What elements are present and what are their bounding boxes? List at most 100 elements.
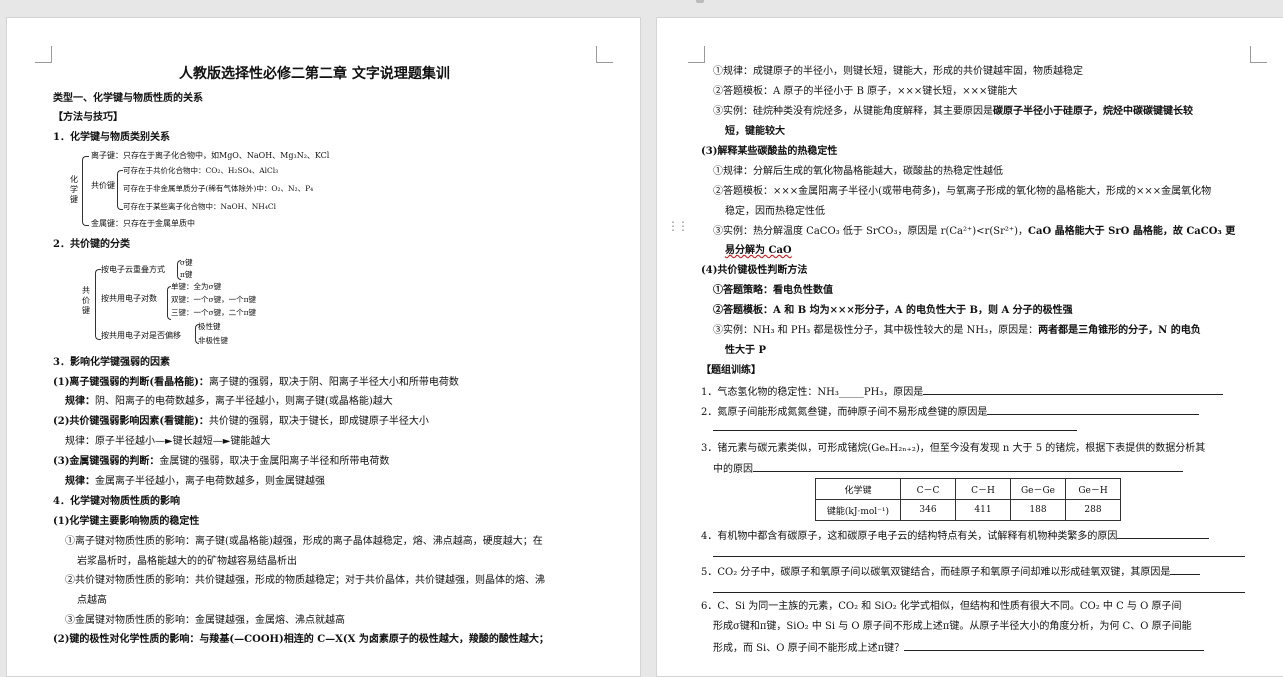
rule-line: 规律：原子半径越小—►键长越短—►键能越大 [65, 436, 271, 447]
diagram-double: 双键：一个σ键，一个π键 [171, 295, 257, 304]
brace [82, 156, 89, 226]
paragraph-heading: (2)共价键强弱影响因素(看键能)： [53, 416, 209, 427]
paragraph-text: ①答题策略：看电负性数值 [713, 285, 833, 296]
margin-mark-top-right [1250, 46, 1267, 63]
paragraph-text: ③实例：NH₃ 和 PH₃ 都是极性分子，其中极性较大的是 NH₃，原因是： [713, 325, 1039, 336]
answer-text: 两者都是三角锥形的分子，N 的电负 [1038, 325, 1201, 336]
paragraph-text: 稳定，因而热稳定性低 [725, 206, 825, 217]
rule-line: 规律：阴、阳离子的电荷数越多，离子半径越小，则离子键(或晶格能)越大 [65, 395, 393, 408]
table-cell: 346 [900, 499, 956, 521]
paragraph-text: ①规律：分解后生成的氧化物晶格能越大，碳酸盐的热稳定性越低 [713, 166, 1003, 177]
diagram-covalent-1: 可存在于共价化合物中：CO₂、H₂SO₄、AlCl₃ [123, 166, 279, 175]
table-header-row: 化学键 C－C C－H Ge－Ge Ge－H [815, 478, 1121, 500]
answer-blank[interactable] [904, 640, 1205, 651]
diagram-root-label: 化学键 [70, 175, 78, 204]
document-page-1: 人教版选择性必修二第二章 文字说理题集训 类型一、化学键与物质性质的关系 【方法… [6, 17, 641, 677]
table-header: C－C [900, 478, 956, 500]
subheading: (4)共价键极性判断方法 [701, 265, 808, 276]
answer-blank[interactable] [1170, 564, 1201, 575]
exercise-5: 5．CO₂ 分子中，碳原子和氧原子间以碳氧双键结合，而硅原子和氧原子间却难以形成… [701, 564, 1201, 579]
methods-heading: 【方法与技巧】 [53, 112, 123, 123]
paragraph-text: 岩浆晶析时，晶格能越大的的矿物越容易结晶析出 [77, 556, 297, 567]
answer-blank[interactable] [753, 461, 1183, 472]
paragraph-text: ②答题模板：A 和 B 均为×××形分子，A 的电负性大于 B，则 A 分子的极… [713, 305, 1073, 316]
diagram-shift: 按共用电子对是否偏移 [101, 331, 181, 340]
table-header: Ge－Ge [1010, 478, 1066, 500]
paragraph-heading: (1)离子键强弱的判断(看晶格能)： [53, 377, 209, 388]
paragraph-heading: (3)金属键强弱的判断： [53, 456, 160, 467]
table-cell: 188 [1010, 499, 1066, 521]
table-header: 化学键 [815, 478, 901, 500]
answer-blank[interactable] [987, 404, 1200, 415]
paragraph: ③实例：NH₃ 和 PH₃ 都是极性分子，其中极性较大的是 NH₃，原因是：两者… [713, 324, 1201, 337]
exercise-text: 中的原因 [713, 464, 753, 475]
diagram-sigma: σ键 [180, 258, 193, 267]
answer-blank[interactable] [713, 430, 1077, 431]
answer-text: 易分解为 CaO [725, 244, 792, 257]
paragraph: ③实例：热分解温度 CaCO₃ 低于 SrCO₃，原因是 r(Ca²⁺)<r(S… [713, 225, 1235, 238]
rule-label: 规律： [65, 396, 95, 407]
section-heading: 类型一、化学键与物质性质的关系 [53, 93, 203, 104]
diagram-overlap: 按电子云重叠方式 [101, 265, 165, 274]
paragraph: (3)金属键强弱的判断：金属键的强弱，取决于金属阳离子半径和所带电荷数 [53, 455, 389, 468]
diagram-triple: 三键：一个σ键，二个π键 [171, 308, 257, 317]
diagram-covalent-2: 可存在于非金属单质分子(稀有气体除外)中：O₂、N₂、P₄ [123, 184, 314, 193]
answer-blank[interactable] [713, 556, 1245, 557]
rule-text: 阴、阳离子的电荷数越多，离子半径越小，则离子键(或晶格能)越大 [95, 396, 393, 407]
paragraph-text: ①规律：成键原子的半径小，则键长短，键能大，形成的共价键越牢固，物质越稳定 [713, 66, 1083, 77]
table-cell: 288 [1065, 499, 1121, 521]
exercise-2: 2．氮原子间能形成氮氮叁键，而砷原子间不易形成叁键的原因是 [701, 404, 1200, 419]
exercise-text: 1．气态氢化物的稳定性：NH₃_____PH₃，原因是 [701, 387, 924, 398]
document-page-2: ①规律：成键原子的半径小，则键长短，键能大，形成的共价键越牢固，物质越稳定 ②答… [656, 17, 1283, 677]
exercise-3: 3．锗元素与碳元素类似，可形成锗烷(GeₙH₂ₙ₊₂)，但至今没有发现 n 大于… [701, 443, 1206, 454]
paragraph-text: ③实例：热分解温度 CaCO₃ 低于 SrCO₃，原因是 r(Ca²⁺)<r(S… [713, 226, 1029, 237]
answer-blank[interactable] [713, 592, 1245, 593]
exercise-6-cont: 形成σ键和π键，SiO₂ 中 Si 与 O 原子间不形成上述π键。从原子半径大小… [713, 621, 1192, 632]
diagram-metallic: 金属键：只存在于金属单质中 [91, 219, 195, 228]
answer-blank[interactable] [923, 384, 1224, 395]
diagram-ionic: 离子键：只存在于离子化合物中，如MgO、NaOH、Mg₃N₂、KCl [91, 151, 330, 160]
paragraph-text: 金属键的强弱，取决于金属阳离子半径和所带电荷数 [159, 456, 390, 467]
answer-text: 性大于 P [725, 345, 767, 356]
answer-text: CaO 晶格能大于 SrO 晶格能，故 CaCO₃ 更 [1028, 226, 1236, 237]
diagram-nonpolar: 非极性键 [198, 336, 228, 345]
rule-text: 金属离子半径越小，离子电荷数越多，则金属键越强 [95, 476, 325, 487]
diagram-covalent: 共价键 [91, 181, 115, 190]
exercise-text: 形成，而 Si、O 原子间不能形成上述π键？ [713, 643, 905, 654]
answer-text: 短，键能较大 [725, 126, 785, 137]
heading-4: 4．化学键对物质性质的影响 [53, 496, 180, 507]
diagram-single: 单键：全为σ键 [171, 282, 222, 291]
paragraph-text: 离子键的强弱，取决于阴、阳离子半径大小和所带电荷数 [208, 377, 459, 388]
document-title: 人教版选择性必修二第二章 文字说理题集训 [179, 66, 450, 82]
answer-blank[interactable] [1117, 528, 1210, 539]
diagram-polar: 极性键 [198, 322, 221, 331]
table-cell: 411 [955, 499, 1011, 521]
heading-3: 3．影响化学键强弱的因素 [53, 357, 170, 368]
paragraph-text: ③金属键对物质性质的影响：金属键越强，金属熔、沸点就越高 [65, 615, 345, 626]
answer-text: 碳原子半径小于硅原子，烷烃中碳碳键键长较 [993, 106, 1193, 117]
top-drag-mark [696, 0, 704, 3]
subheading: (3)解释某些碳酸盐的热稳定性 [701, 146, 838, 157]
paragraph-text: ②答题模板：×××金属阳离子半径小(或带电荷多)，与氧离子形成的氧化物的晶格能大… [713, 186, 1212, 197]
exercise-text: 2．氮原子间能形成氮氮叁键，而砷原子间不易形成叁键的原因是 [701, 407, 988, 418]
bond-energy-table: 化学键 C－C C－H Ge－Ge Ge－H 键能(kJ·mol⁻¹) 346 … [815, 478, 1121, 521]
paragraph: (1)离子键强弱的判断(看晶格能)：离子键的强弱，取决于阴、阳离子半径大小和所带… [53, 376, 459, 389]
rule-label: 规律： [65, 476, 95, 487]
rule-line: 规律：金属离子半径越小，离子电荷数越多，则金属键越强 [65, 475, 325, 488]
exercise-6: 6．C、Si 为同一主族的元素，CO₂ 和 SiO₂ 化学式相似，但结构和性质有… [701, 601, 1182, 612]
diagram-pairs: 按共用电子对数 [101, 294, 157, 303]
heading-1: 1．化学键与物质类别关系 [53, 132, 170, 143]
margin-mark-top-left [35, 46, 52, 63]
diagram-root-label: 共价键 [82, 286, 90, 315]
exercise-3-cont: 中的原因 [713, 461, 1183, 476]
table-row-label: 键能(kJ·mol⁻¹) [815, 499, 901, 521]
spellcheck-underlined-text[interactable]: 易分解为 CaO [725, 245, 792, 256]
paragraph-text: ②答题模板：A 原子的半径小于 B 原子，×××键长短，×××键能大 [713, 86, 1018, 97]
diagram-pi: π键 [180, 270, 193, 279]
paragraph-text: (2)键的极性对化学性质的影响：与羧基(—COOH)相连的 C—X(X 为卤素原… [53, 634, 549, 645]
paragraph-text: ①离子键对物质性质的影响：离子键(或晶格能)越强，形成的离子晶体越稳定，熔、沸点… [65, 536, 543, 547]
table-row: 键能(kJ·mol⁻¹) 346 411 188 288 [815, 499, 1121, 521]
table-header: C－H [955, 478, 1011, 500]
drag-handle-icon[interactable]: ⋮⋮ [667, 220, 689, 232]
margin-mark-top-left [688, 46, 705, 63]
